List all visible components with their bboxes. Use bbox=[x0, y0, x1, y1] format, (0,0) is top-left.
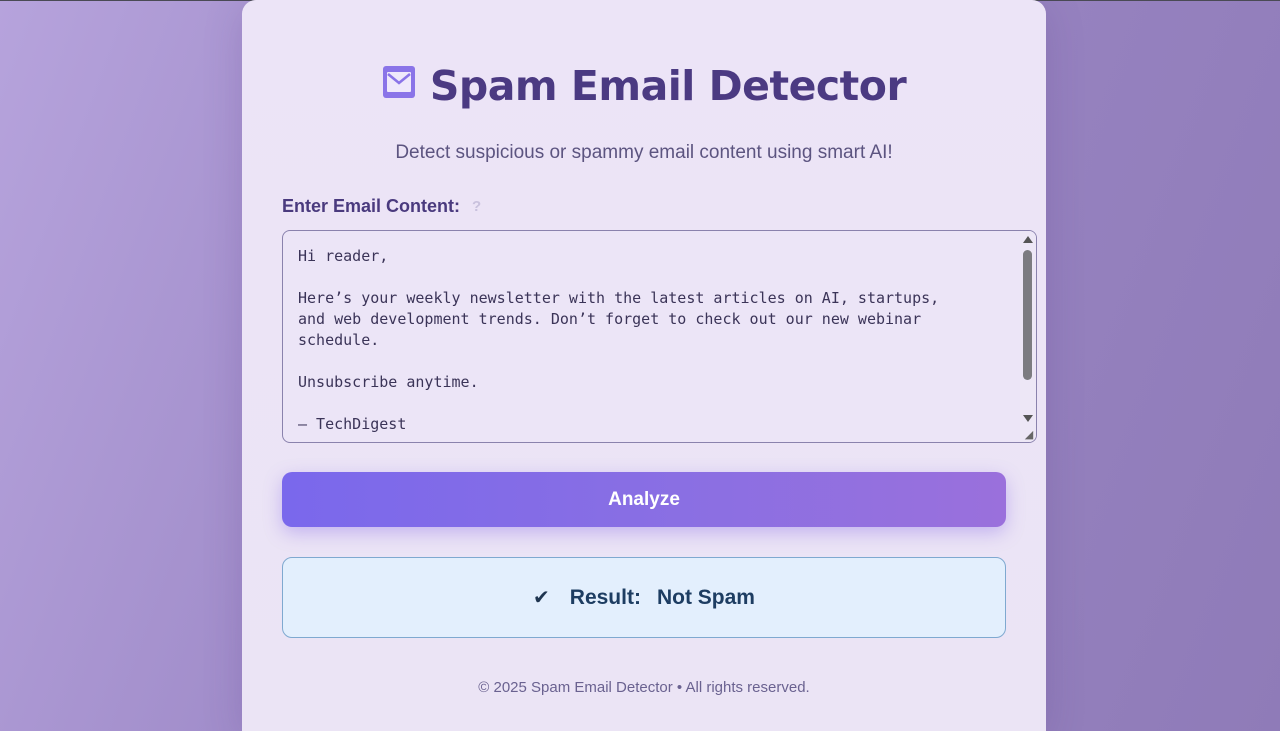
scrollbar-thumb[interactable] bbox=[1023, 250, 1032, 380]
email-content-label-row: Enter Email Content: ? bbox=[282, 196, 481, 217]
detector-card: Spam Email Detector Detect suspicious or… bbox=[242, 0, 1046, 731]
title-row: Spam Email Detector bbox=[242, 62, 1046, 110]
envelope-icon bbox=[382, 65, 416, 99]
email-content-label: Enter Email Content: bbox=[282, 196, 461, 216]
result-value: Not Spam bbox=[656, 585, 755, 609]
help-icon[interactable]: ? bbox=[472, 198, 481, 215]
scroll-up-arrow-icon[interactable] bbox=[1023, 236, 1033, 243]
page-title: Spam Email Detector bbox=[429, 62, 907, 110]
email-content-textarea[interactable]: Hi reader, Here’s your weekly newsletter… bbox=[282, 230, 1037, 443]
page-subtitle: Detect suspicious or spammy email conten… bbox=[395, 142, 893, 163]
analyze-button[interactable]: Analyze bbox=[282, 472, 1006, 527]
footer-text: © 2025 Spam Email Detector • All rights … bbox=[478, 679, 810, 696]
result-label: Result: bbox=[569, 585, 641, 609]
textarea-scrollbar[interactable] bbox=[1020, 231, 1036, 442]
checkmark-icon: ✔ bbox=[533, 587, 550, 609]
email-content-text[interactable]: Hi reader, Here’s your weekly newsletter… bbox=[283, 231, 1021, 442]
result-box: ✔ Result: Not Spam bbox=[282, 557, 1006, 638]
resize-handle-icon[interactable]: ◢ bbox=[1023, 429, 1035, 441]
scroll-down-arrow-icon[interactable] bbox=[1023, 415, 1033, 422]
